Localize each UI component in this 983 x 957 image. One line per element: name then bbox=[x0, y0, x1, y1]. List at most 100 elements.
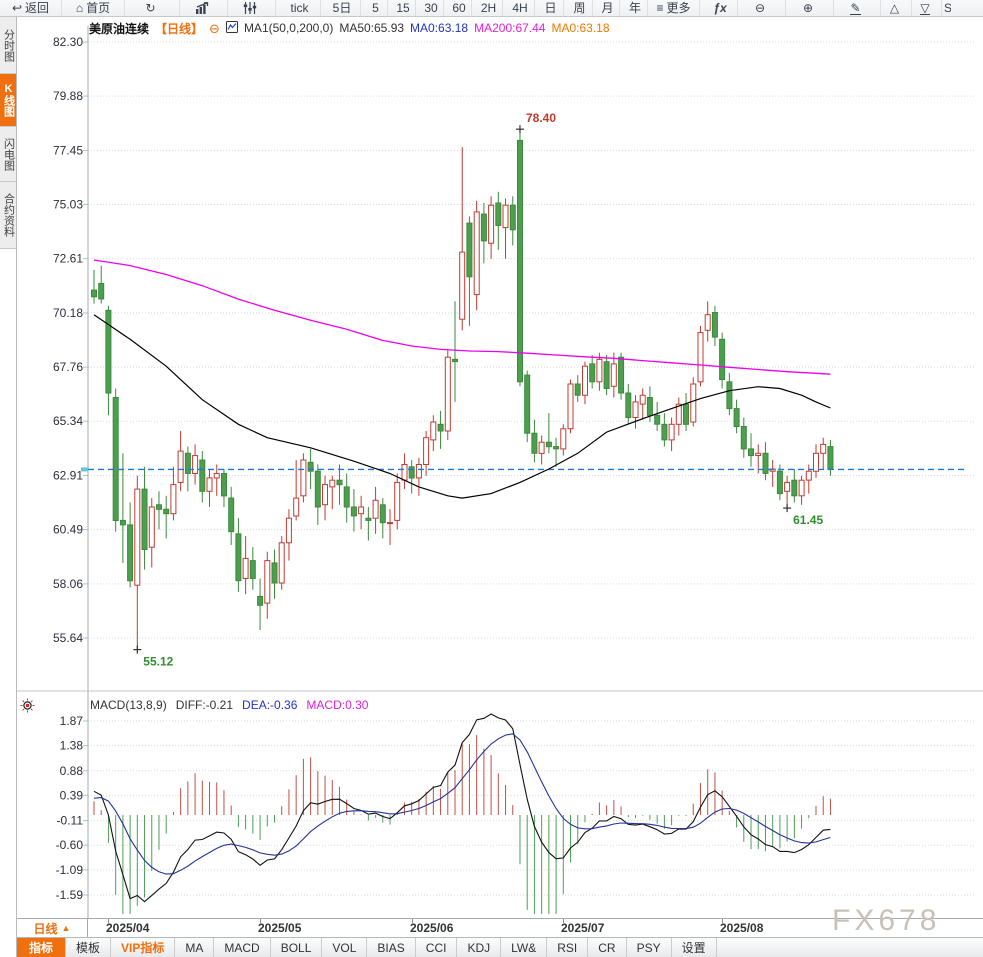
toolbar-item-home[interactable]: ⌂ 首页 bbox=[62, 0, 125, 16]
ma0-blue-value: MA0:63.18 bbox=[410, 21, 469, 35]
sidebar-item-label: 合约资料 bbox=[2, 193, 15, 237]
indicator-tab-cci[interactable]: CCI bbox=[416, 938, 458, 957]
indicator-tab-vol[interactable]: VOL bbox=[322, 938, 368, 957]
ma-settings-label: MA1(50,0,200,0) bbox=[243, 21, 334, 35]
indicator-tab-indicators[interactable]: 指标 bbox=[17, 938, 67, 957]
toolbar-item-refresh[interactable]: ↻ bbox=[125, 0, 180, 16]
ma0-orange-value: MA0:63.18 bbox=[551, 21, 610, 35]
macd-header: MACD(13,8,9) DIFF:-0.21 DEA:-0.36 MACD:0… bbox=[90, 698, 368, 712]
toolbar-item-day[interactable]: 日 bbox=[535, 0, 564, 16]
toolbar-item-kline-style[interactable] bbox=[228, 0, 276, 16]
sidebar-item-label: 分时图 bbox=[2, 28, 15, 62]
indicator-settings-icon[interactable] bbox=[20, 698, 35, 718]
toolbar-item-label: S bbox=[944, 1, 951, 15]
toolbar-item-icon bbox=[243, 2, 257, 14]
macd-params-label: MACD(13,8,9) bbox=[90, 698, 167, 712]
macd-diff-value: DIFF:-0.21 bbox=[175, 698, 234, 712]
toolbar: ↩ 返回 ⌂ 首页 ↻ tick 5日 5 15 30 60 2H 4H 日 周… bbox=[0, 0, 983, 17]
svg-text:0.88: 0.88 bbox=[60, 764, 84, 778]
sidebar-item-time-chart[interactable]: 分时图 bbox=[0, 17, 16, 74]
toolbar-item-min15[interactable]: 15 bbox=[388, 0, 416, 16]
toolbar-item-label: 30 bbox=[424, 1, 438, 15]
indicator-tab-kdj[interactable]: KDJ bbox=[457, 938, 502, 957]
toolbar-item-formula[interactable]: ƒx bbox=[700, 0, 738, 16]
period-dropdown[interactable]: 日线 ▲ bbox=[17, 919, 88, 937]
indicator-tab-bar: 指标 模板 VIP指标 MA MACD BOLL VOL BIAS CCI KD… bbox=[17, 937, 983, 957]
toolbar-item-draw[interactable]: ✎ bbox=[834, 0, 881, 16]
svg-text:-0.11: -0.11 bbox=[57, 814, 84, 828]
svg-text:1.87: 1.87 bbox=[60, 714, 84, 728]
toolbar-item-icon: △ bbox=[889, 1, 900, 15]
chart-header: 美原油连续 【日线】 ⊖ MA1(50,0,200,0) MA50:65.93 M… bbox=[89, 20, 610, 36]
toolbar-item-tick[interactable]: tick bbox=[276, 0, 321, 16]
toolbar-item-hour4[interactable]: 4H bbox=[503, 0, 535, 16]
toolbar-item-label: 首页 bbox=[86, 1, 111, 15]
indicator-tab-bias[interactable]: BIAS bbox=[367, 938, 416, 957]
toolbar-item-more[interactable]: ≡ 更多 bbox=[648, 0, 700, 16]
svg-text:-1.09: -1.09 bbox=[56, 863, 84, 877]
toolbar-item-label: 4H bbox=[512, 1, 528, 15]
toolbar-item-label: 年 bbox=[628, 1, 641, 15]
indicator-tab-lwr[interactable]: LW& bbox=[501, 938, 548, 957]
x-axis-label: 2025/04 bbox=[106, 921, 150, 935]
toolbar-item-label: 60 bbox=[452, 1, 466, 15]
toolbar-item-zoom-in[interactable]: ⊕ bbox=[786, 0, 834, 16]
toolbar-item-label: 15 bbox=[396, 1, 410, 15]
sidebar-item-label: K线图 bbox=[2, 83, 15, 117]
toolbar-item-hour2[interactable]: 2H bbox=[472, 0, 503, 16]
toolbar-item-week[interactable]: 周 bbox=[564, 0, 593, 16]
svg-text:67.76: 67.76 bbox=[53, 360, 83, 374]
toolbar-item-triangle-down[interactable]: ▽ bbox=[912, 0, 942, 16]
indicator-tab-label: RSI bbox=[557, 940, 578, 955]
watermark: FX678 bbox=[832, 904, 941, 937]
toolbar-item-label: ƒx bbox=[713, 1, 727, 15]
svg-text:-0.60: -0.60 bbox=[56, 838, 84, 852]
indicator-tab-ma[interactable]: MA bbox=[175, 938, 215, 957]
indicator-tab-boll[interactable]: BOLL bbox=[271, 938, 323, 957]
indicator-tab-vip-indicators[interactable]: VIP指标 bbox=[111, 938, 176, 957]
toolbar-item-min30[interactable]: 30 bbox=[416, 0, 444, 16]
macd-bar-value: MACD:0.30 bbox=[306, 698, 369, 712]
indicator-tab-label: BOLL bbox=[280, 940, 312, 955]
sidebar-item-contract-info[interactable]: 合约资料 bbox=[0, 182, 16, 249]
indicator-tab-templates[interactable]: 模板 bbox=[66, 938, 112, 957]
chart-region: 82.30 79.88 77.45 75.03 72.61 70.18 67.76 65.34… bbox=[17, 17, 983, 957]
indicator-tab-settings[interactable]: 设置 bbox=[672, 938, 717, 957]
sidebar-filler bbox=[0, 249, 16, 957]
indicator-tab-macd[interactable]: MACD bbox=[214, 938, 271, 957]
toolbar-item-bar-chart[interactable] bbox=[180, 0, 228, 16]
svg-text:82.30: 82.30 bbox=[53, 35, 83, 49]
svg-text:58.06: 58.06 bbox=[53, 577, 83, 591]
toolbar-item-5day[interactable]: 5日 bbox=[321, 0, 361, 16]
svg-text:60.49: 60.49 bbox=[53, 523, 83, 537]
dropdown-arrow-icon: ▲ bbox=[61, 923, 71, 933]
indicator-tab-cr[interactable]: CR bbox=[588, 938, 627, 957]
collapse-icon[interactable]: ⊖ bbox=[209, 22, 220, 35]
toolbar-item-label: 2H bbox=[480, 1, 497, 15]
toolbar-item-min5[interactable]: 5 bbox=[361, 0, 388, 16]
svg-text:77.45: 77.45 bbox=[53, 143, 83, 157]
indicator-tab-psy[interactable]: PSY bbox=[627, 938, 672, 957]
sidebar-item-lightning-chart[interactable]: 闪电图 bbox=[0, 127, 16, 182]
indicator-tab-label: 指标 bbox=[29, 941, 54, 955]
toolbar-item-clipped-edge[interactable]: S bbox=[942, 0, 951, 16]
svg-text:55.64: 55.64 bbox=[53, 631, 83, 645]
indicator-tab-label: 设置 bbox=[681, 941, 706, 955]
toolbar-item-label: 月 bbox=[601, 1, 614, 15]
toolbar-item-triangle-up[interactable]: △ bbox=[881, 0, 912, 16]
sidebar-item-label: 闪电图 bbox=[2, 137, 15, 171]
toolbar-item-icon: ↩ bbox=[11, 1, 23, 15]
toolbar-item-back[interactable]: ↩ 返回 bbox=[0, 0, 62, 16]
indicator-tab-rsi[interactable]: RSI bbox=[547, 938, 589, 957]
toolbar-item-min60[interactable]: 60 bbox=[444, 0, 472, 16]
toolbar-item-month[interactable]: 月 bbox=[593, 0, 620, 16]
toolbar-item-year[interactable]: 年 bbox=[620, 0, 648, 16]
toolbar-item-icon: ✎ bbox=[850, 0, 861, 15]
price-chart-canvas[interactable]: 82.30 79.88 77.45 75.03 72.61 70.18 67.76 65.34… bbox=[17, 18, 983, 918]
indicator-tab-label: BIAS bbox=[377, 940, 405, 955]
macd-dea-value: DEA:-0.36 bbox=[242, 698, 298, 712]
indicator-tab-label: LW& bbox=[511, 940, 537, 955]
toolbar-item-icon: ▽ bbox=[920, 0, 930, 15]
sidebar-item-kline-chart[interactable]: K线图 bbox=[0, 74, 16, 127]
toolbar-item-zoom-out[interactable]: ⊖ bbox=[738, 0, 786, 16]
